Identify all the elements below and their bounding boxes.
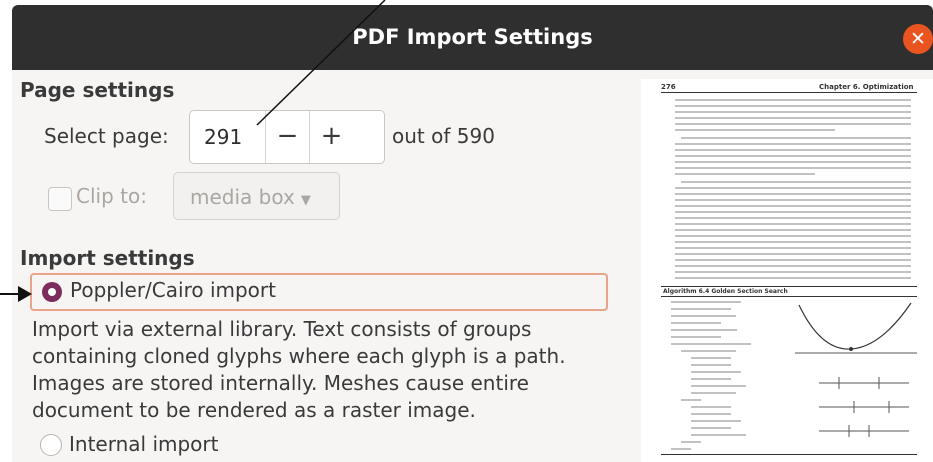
page-settings-heading: Page settings [20, 78, 175, 102]
preview-algo-line [691, 357, 731, 359]
preview-algo-line [671, 308, 731, 310]
preview-text-line [675, 199, 911, 201]
preview-algo-line [671, 448, 691, 450]
preview-algorithm-rule [661, 454, 917, 455]
preview-algo-line [671, 301, 741, 303]
preview-algorithm-caption: Algorithm 6.4 Golden Section Search [663, 288, 788, 295]
preview-algo-line [671, 329, 737, 331]
preview-algo-line [691, 413, 731, 415]
preview-text-line [675, 247, 911, 249]
preview-algo-line [691, 371, 741, 373]
preview-algo-line [671, 322, 721, 324]
poppler-cairo-label: Poppler/Cairo import [70, 278, 276, 302]
chevron-down-icon: ▼ [300, 193, 311, 208]
preview-curve-figure [795, 302, 917, 354]
page-preview: 276 Chapter 6. Optimization Algorithm 6.… [641, 79, 933, 462]
preview-chapter-header: Chapter 6. Optimization [819, 83, 914, 91]
preview-text-line [675, 155, 911, 157]
preview-algo-line [691, 385, 746, 387]
preview-text-line [675, 229, 911, 231]
increment-button[interactable]: + [309, 111, 353, 163]
preview-algo-line [691, 420, 741, 422]
radio-selected-icon[interactable] [42, 282, 62, 302]
window-titlebar: PDF Import Settings [12, 5, 933, 70]
clip-to-label: Clip to: [76, 184, 147, 208]
preview-text-line [675, 111, 911, 113]
preview-interval-figure [819, 377, 909, 437]
decrement-button[interactable]: − [265, 111, 309, 163]
preview-algo-line [691, 434, 746, 436]
preview-text-line [675, 241, 911, 243]
preview-text-line [675, 271, 911, 273]
preview-text-line [675, 205, 911, 207]
clip-to-selected: media box [190, 185, 295, 209]
preview-algo-line [681, 399, 701, 401]
internal-import-label: Internal import [69, 432, 219, 456]
clip-to-checkbox[interactable] [48, 187, 72, 211]
preview-text-line [675, 149, 911, 151]
preview-algo-line [691, 378, 731, 380]
preview-text-line [675, 193, 911, 195]
preview-algorithm-rule [661, 296, 917, 297]
preview-algo-line [691, 406, 731, 408]
preview-text-line [675, 223, 911, 225]
preview-header-rule [661, 92, 917, 93]
preview-text-line [675, 173, 815, 175]
preview-text-line [675, 235, 911, 237]
preview-algo-line [691, 364, 731, 366]
window-title: PDF Import Settings [352, 25, 593, 49]
preview-page-number: 276 [661, 83, 676, 91]
preview-algo-line [671, 315, 736, 317]
preview-algo-line [691, 427, 731, 429]
import-settings-heading: Import settings [20, 246, 195, 270]
preview-text-line [675, 253, 911, 255]
preview-text-line [675, 129, 835, 131]
internal-import-radio[interactable] [40, 434, 62, 456]
preview-text-line [681, 137, 911, 139]
preview-text-line [675, 217, 911, 219]
select-page-label: Select page: [44, 124, 169, 148]
preview-algo-line [681, 441, 701, 443]
preview-text-line [675, 265, 911, 267]
preview-text-line [675, 105, 911, 107]
preview-algo-line [671, 343, 751, 345]
dialog-content: Page settings Select page: 291 − + out o… [12, 70, 933, 462]
preview-text-line [675, 167, 911, 169]
preview-algorithm-rule [661, 286, 917, 287]
preview-text-line [675, 259, 911, 261]
poppler-cairo-option[interactable]: Poppler/Cairo import [30, 273, 608, 311]
preview-text-line [675, 161, 911, 163]
close-icon[interactable]: ✕ [903, 24, 933, 54]
page-number-value[interactable]: 291 [204, 111, 242, 163]
poppler-cairo-description: Import via external library. Text consis… [32, 317, 566, 422]
preview-text-line [675, 143, 911, 145]
preview-text-line [675, 117, 911, 119]
clip-to-dropdown[interactable]: media box ▼ [173, 172, 340, 220]
page-spinbutton[interactable]: 291 − + [189, 110, 385, 164]
preview-algo-line [681, 350, 736, 352]
preview-text-line [675, 187, 911, 189]
preview-text-line [681, 181, 911, 183]
preview-text-line [675, 123, 911, 125]
preview-text-line [675, 211, 911, 213]
preview-algo-line [691, 392, 736, 394]
preview-algo-line [671, 336, 721, 338]
preview-text-line [675, 99, 911, 101]
page-count-label: out of 590 [392, 124, 495, 148]
preview-text-line [675, 277, 911, 279]
